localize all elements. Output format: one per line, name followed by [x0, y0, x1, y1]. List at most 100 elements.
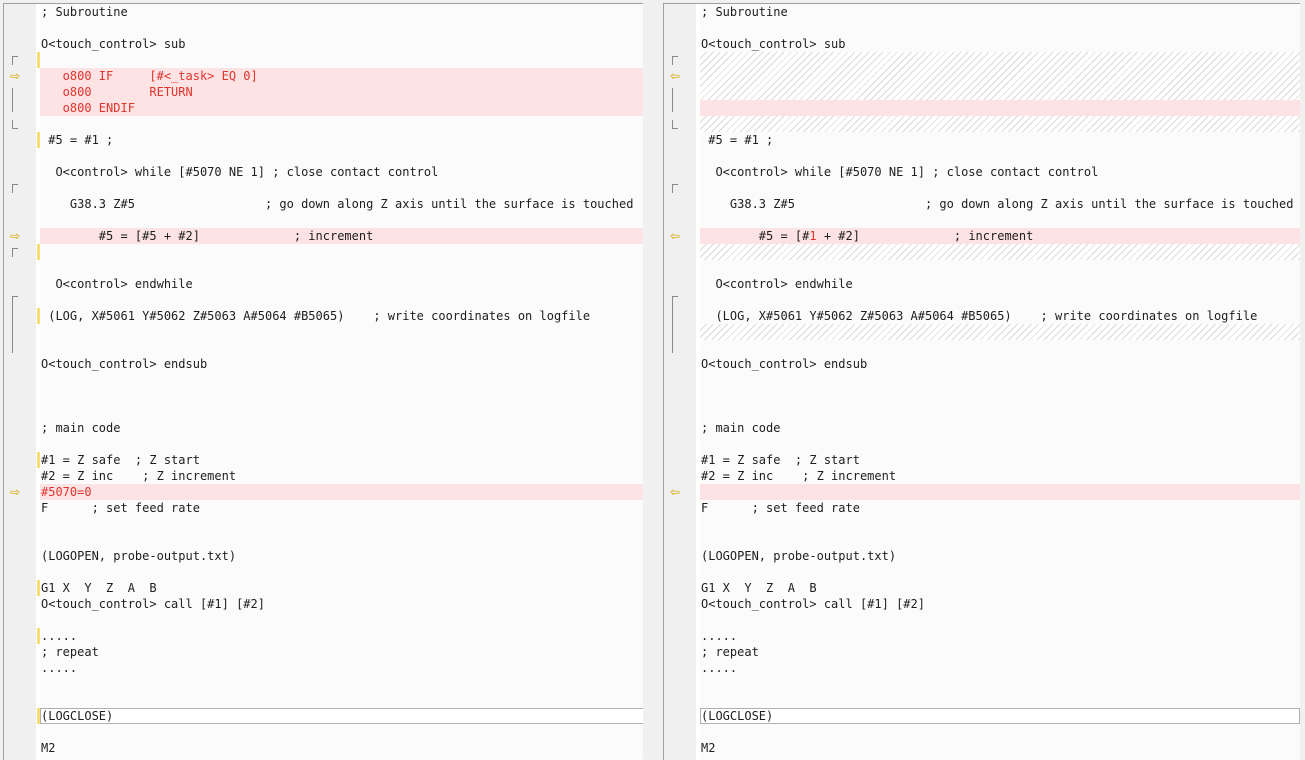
code-text: G38.3 Z#5 ; go down along Z axis until t…: [701, 197, 1294, 211]
right-gutter[interactable]: ⇦ ⇦ ⇦: [664, 4, 696, 760]
copy-right-arrow-icon[interactable]: ⇨: [10, 70, 24, 82]
code-line[interactable]: ; repeat: [40, 644, 644, 660]
block-bracket: [672, 88, 678, 112]
block-bracket: [672, 296, 678, 353]
code-line[interactable]: F ; set feed rate: [700, 500, 1300, 516]
code-line[interactable]: O<touch_control> sub: [700, 36, 1300, 52]
block-bracket: [12, 184, 18, 193]
code-line[interactable]: O<touch_control> endsub: [700, 356, 1300, 372]
code-text: M2: [41, 741, 56, 755]
code-line[interactable]: O<control> endwhile: [700, 276, 1300, 292]
code-text: ; repeat: [701, 645, 759, 659]
block-bracket: [672, 120, 678, 129]
copy-left-arrow-icon[interactable]: ⇦: [670, 486, 684, 498]
code-text: G38.3 Z#5 ; go down along Z axis until t…: [41, 197, 634, 211]
code-text: o800 ENDIF: [41, 101, 135, 115]
code-text: o800 IF [#<_task> EQ 0]: [41, 69, 258, 83]
code-text: O<touch_control> sub: [41, 37, 186, 51]
code-line[interactable]: #2 = Z inc ; Z increment: [40, 468, 644, 484]
right-file-pane[interactable]: ⇦ ⇦ ⇦ ; Subroutine O<touch_control> sub …: [663, 3, 1300, 760]
missing-lines-filler: [700, 116, 1300, 132]
code-line[interactable]: ; main code: [700, 420, 1300, 436]
code-line[interactable]: O<control> while [#5070 NE 1] ; close co…: [40, 164, 644, 180]
code-line[interactable]: (LOGOPEN, probe-output.txt): [700, 548, 1300, 564]
code-line[interactable]: G38.3 Z#5 ; go down along Z axis until t…: [40, 196, 644, 212]
code-line[interactable]: #2 = Z inc ; Z increment: [700, 468, 1300, 484]
diff-line[interactable]: o800 IF [#<_task> EQ 0]: [40, 68, 644, 84]
code-line[interactable]: .....: [700, 628, 1300, 644]
copy-right-arrow-icon[interactable]: ⇨: [10, 230, 24, 242]
diff-line[interactable]: o800 RETURN: [40, 84, 644, 100]
code-line[interactable]: ; main code: [40, 420, 644, 436]
copy-left-arrow-icon[interactable]: ⇦: [670, 230, 684, 242]
diff-line[interactable]: #5 = [#5 + #2] ; increment: [40, 228, 644, 244]
code-line[interactable]: O<touch_control> call [#1] [#2]: [700, 596, 1300, 612]
code-text: + #2] ; increment: [816, 229, 1034, 243]
block-bracket: [12, 56, 18, 65]
code-line[interactable]: ; Subroutine: [700, 4, 1300, 20]
code-line[interactable]: .....: [40, 628, 644, 644]
missing-lines-filler: [700, 244, 1300, 260]
diff-line[interactable]: #5 = [#1 + #2] ; increment: [700, 228, 1300, 244]
code-line[interactable]: .....: [700, 660, 1300, 676]
code-line[interactable]: #5 = #1 ;: [700, 132, 1300, 148]
left-gutter[interactable]: ⇨ ⇨ ⇨: [4, 4, 36, 760]
block-bracket: [12, 88, 18, 112]
code-text: G1 X Y Z A B: [701, 581, 817, 595]
code-text: O<touch_control> endsub: [701, 357, 868, 371]
code-line[interactable]: (LOG, X#5061 Y#5062 Z#5063 A#5064 #B5065…: [40, 308, 644, 324]
code-line[interactable]: M2: [700, 740, 1300, 756]
diff-line[interactable]: [700, 484, 1300, 500]
code-line[interactable]: O<touch_control> endsub: [40, 356, 644, 372]
block-bracket: [12, 296, 18, 353]
code-text: (LOGCLOSE): [701, 709, 774, 723]
code-line[interactable]: F ; set feed rate: [40, 500, 644, 516]
code-text: (LOG, X#5061 Y#5062 Z#5063 A#5064 #B5065…: [41, 309, 591, 323]
code-text: O<control> endwhile: [701, 277, 853, 291]
code-text: .....: [701, 629, 738, 643]
left-code-area[interactable]: ; Subroutine O<touch_control> sub o800 I…: [40, 4, 644, 760]
block-bracket: [12, 120, 18, 129]
diff-line[interactable]: o800 ENDIF: [40, 100, 644, 116]
code-line[interactable]: (LOGOPEN, probe-output.txt): [40, 548, 644, 564]
block-bracket: [12, 248, 18, 257]
code-text: ; main code: [701, 421, 781, 435]
code-line[interactable]: O<control> endwhile: [40, 276, 644, 292]
code-line[interactable]: ; repeat: [700, 644, 1300, 660]
code-line[interactable]: #1 = Z safe ; Z start: [40, 452, 644, 468]
code-line[interactable]: G1 X Y Z A B: [40, 580, 644, 596]
left-file-pane[interactable]: ⇨ ⇨ ⇨ ; Subroutine O<touch_control> sub …: [3, 3, 644, 760]
code-line[interactable]: .....: [40, 660, 644, 676]
code-line[interactable]: #5 = #1 ;: [40, 132, 644, 148]
pane-divider[interactable]: [643, 3, 663, 759]
code-text: #5070=0: [41, 485, 92, 499]
code-line[interactable]: O<control> while [#5070 NE 1] ; close co…: [700, 164, 1300, 180]
code-text: O<control> while [#5070 NE 1] ; close co…: [701, 165, 1099, 179]
code-text: G1 X Y Z A B: [41, 581, 157, 595]
code-text: o800 RETURN: [41, 85, 193, 99]
code-line[interactable]: M2: [40, 740, 644, 756]
code-line[interactable]: ; Subroutine: [40, 4, 644, 20]
code-text: O<touch_control> endsub: [41, 357, 208, 371]
code-text: (LOG, X#5061 Y#5062 Z#5063 A#5064 #B5065…: [701, 309, 1258, 323]
code-line[interactable]: G1 X Y Z A B: [700, 580, 1300, 596]
code-line[interactable]: G38.3 Z#5 ; go down along Z axis until t…: [700, 196, 1300, 212]
code-text: ; Subroutine: [41, 5, 128, 19]
code-text: O<touch_control> call [#1] [#2]: [41, 597, 265, 611]
code-line[interactable]: #1 = Z safe ; Z start: [700, 452, 1300, 468]
code-text: (LOGCLOSE): [41, 709, 114, 723]
copy-left-arrow-icon[interactable]: ⇦: [670, 70, 684, 82]
diff-line[interactable]: [700, 100, 1300, 116]
block-bracket: [672, 56, 678, 65]
current-line[interactable]: (LOGCLOSE): [700, 708, 1300, 724]
code-text: O<control> endwhile: [41, 277, 193, 291]
code-text: #2 = Z inc ; Z increment: [701, 469, 897, 483]
code-line[interactable]: O<touch_control> sub: [40, 36, 644, 52]
right-code-area[interactable]: ; Subroutine O<touch_control> sub #5 = #…: [700, 4, 1300, 760]
diff-line[interactable]: #5070=0: [40, 484, 644, 500]
code-line[interactable]: O<touch_control> call [#1] [#2]: [40, 596, 644, 612]
changed-char: 1: [809, 229, 817, 243]
current-line[interactable]: (LOGCLOSE): [40, 708, 644, 724]
copy-right-arrow-icon[interactable]: ⇨: [10, 486, 24, 498]
code-line[interactable]: (LOG, X#5061 Y#5062 Z#5063 A#5064 #B5065…: [700, 308, 1300, 324]
